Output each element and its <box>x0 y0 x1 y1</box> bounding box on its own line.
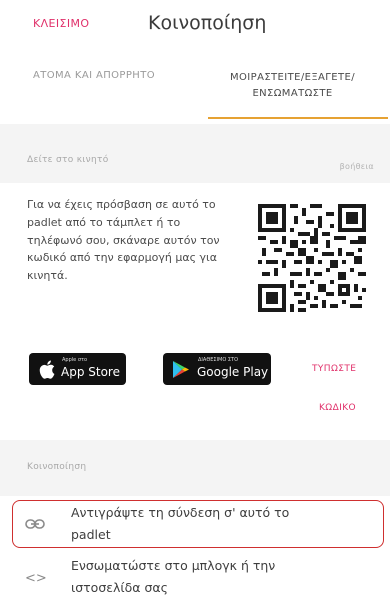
help-link[interactable]: βοήθεια <box>340 162 374 171</box>
mobile-section-label: Δείτε στο κινητό <box>27 155 109 165</box>
google-play-icon <box>173 361 189 378</box>
embed-label-line1: Ενσωματώστε στο μπλογκ ή την <box>71 558 276 573</box>
tab-share-export-embed[interactable]: ΜΟΙΡΑΣΤΕΙΤΕ/ΕΞΑΓΕΤΕ/ ΕΝΣΩΜΑΤΩΣΤΕ <box>200 70 385 102</box>
share-section-label: Κοινοποίηση <box>27 462 87 472</box>
app-store-badge[interactable]: Apple στο App Store <box>29 353 126 385</box>
close-button[interactable]: ΚΛΕΙΣΙΜΟ <box>33 17 89 30</box>
apple-icon <box>39 360 55 379</box>
copy-link-label-line2: padlet <box>71 527 111 542</box>
mobile-instructions: Για να έχεις πρόσβαση σε αυτό το padlet … <box>27 198 220 283</box>
qr-code <box>258 204 366 312</box>
google-play-label: Google Play <box>197 365 269 379</box>
mobile-section-header <box>0 124 390 183</box>
share-header: ΚΛΕΙΣΙΜΟ Κοινοποίηση <box>0 0 390 62</box>
app-store-sub-label: Apple στο <box>62 357 88 363</box>
tab-bar: ΑΤΟΜΑ ΚΑΙ ΑΠΟΡΡΗΤΟ ΜΟΙΡΑΣΤΕΙΤΕ/ΕΞΑΓΕΤΕ/ … <box>0 62 390 125</box>
copy-link-label-line1: Αντιγράψτε τη σύνδεση σ' αυτό το <box>71 505 290 520</box>
tab-label-line1: ΜΟΙΡΑΣΤΕΙΤΕ/ΕΞΑΓΕΤΕ/ <box>230 72 355 83</box>
print-code-link-line1[interactable]: ΤΥΠΩΣΤΕ <box>312 364 356 374</box>
code-icon: <> <box>25 571 47 586</box>
link-icon <box>25 519 45 529</box>
embed-label-line2: ιστοσελίδα σας <box>71 580 168 595</box>
print-code-link-line2[interactable]: ΚΩΔΙΚΟ <box>319 403 356 413</box>
app-store-label: App Store <box>61 365 120 379</box>
google-play-sub-label: ΔΙΑΘΕΣΙΜΟ ΣΤΟ <box>198 357 239 363</box>
tab-label-line2: ΕΝΣΩΜΑΤΩΣΤΕ <box>252 88 333 99</box>
active-tab-indicator <box>208 117 388 119</box>
google-play-badge[interactable]: ΔΙΑΘΕΣΙΜΟ ΣΤΟ Google Play <box>163 353 271 385</box>
tab-people-privacy[interactable]: ΑΤΟΜΑ ΚΑΙ ΑΠΟΡΡΗΤΟ <box>33 70 155 81</box>
page-title: Κοινοποίηση <box>148 12 267 34</box>
